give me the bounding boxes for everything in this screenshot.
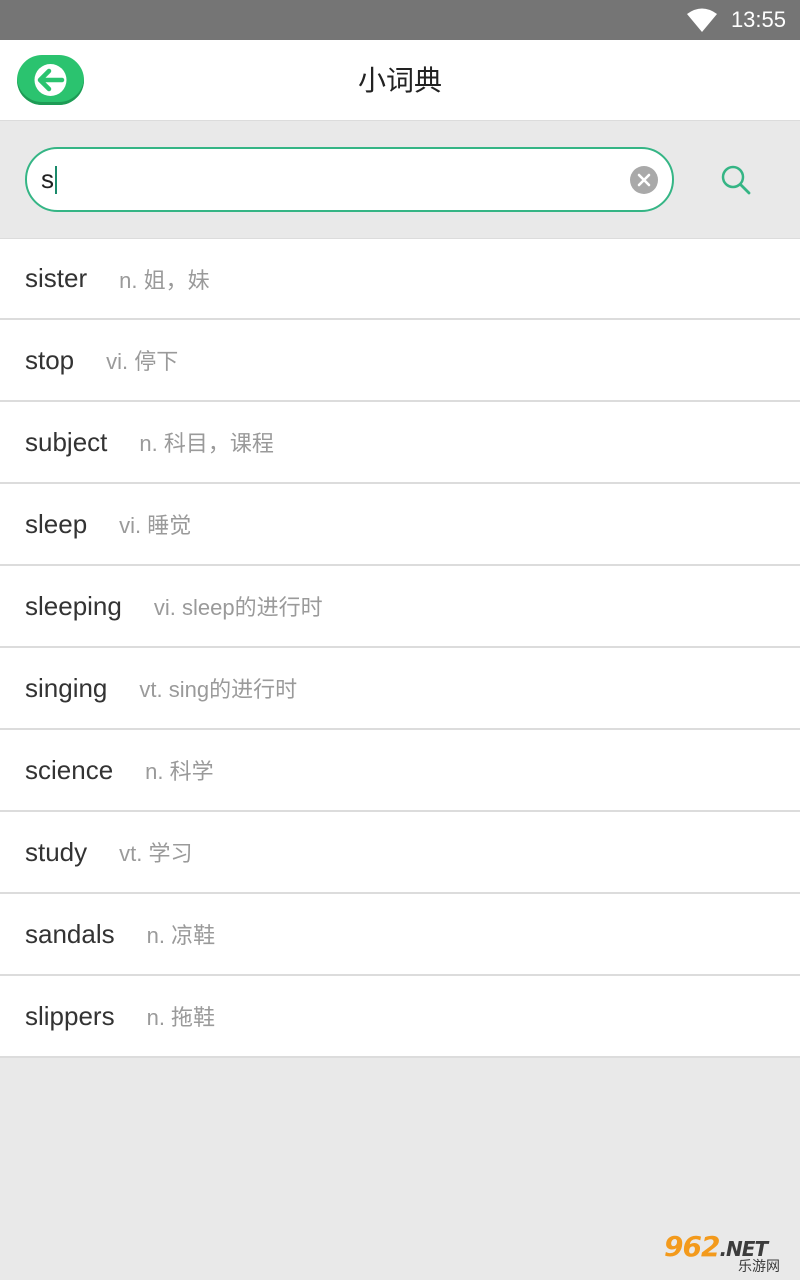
text-caret: [55, 166, 57, 194]
definition: n. 科学: [145, 759, 214, 784]
word: sandals: [25, 918, 115, 949]
definition: n. 拖鞋: [146, 1005, 216, 1030]
definition: vi. 睡觉: [119, 513, 192, 538]
definition: n. 凉鞋: [146, 923, 216, 948]
word-list: sister n. 姐，妹 stop vi. 停下 subject n. 科目，…: [0, 238, 800, 1058]
search-area: [0, 121, 800, 238]
word: science: [25, 754, 114, 785]
search-input[interactable]: [41, 149, 621, 210]
status-time: 13:55: [730, 7, 786, 32]
list-item[interactable]: sandals n. 凉鞋: [0, 894, 800, 976]
list-item[interactable]: singing vt. sing的进行时: [0, 648, 800, 730]
watermark-logo: 962.NET 乐游网: [658, 1230, 794, 1275]
word: sleeping: [25, 590, 122, 621]
list-item[interactable]: study vt. 学习: [0, 812, 800, 894]
definition: vi. 停下: [106, 349, 179, 374]
list-item[interactable]: sister n. 姐，妹: [0, 238, 800, 320]
definition: vi. sleep的进行时: [153, 595, 323, 620]
status-bar: 13:55: [0, 0, 800, 40]
word: slippers: [25, 1000, 115, 1031]
watermark-subtitle: 乐游网: [738, 1259, 780, 1275]
definition: n. 姐，妹: [119, 267, 210, 293]
clear-button[interactable]: [630, 166, 658, 194]
wifi-icon: [687, 8, 717, 32]
definition: vt. 学习: [119, 841, 193, 866]
word: study: [25, 836, 88, 867]
word: subject: [25, 426, 108, 457]
list-item[interactable]: stop vi. 停下: [0, 320, 800, 402]
list-item[interactable]: slippers n. 拖鞋: [0, 976, 800, 1058]
word: singing: [25, 672, 108, 703]
list-item[interactable]: sleep vi. 睡觉: [0, 484, 800, 566]
arrow-left-icon: [34, 64, 67, 96]
back-button[interactable]: [17, 55, 84, 105]
word: sister: [25, 263, 88, 293]
definition: vt. sing的进行时: [139, 677, 298, 702]
list-item[interactable]: science n. 科学: [0, 730, 800, 812]
list-item[interactable]: subject n. 科目，课程: [0, 402, 800, 484]
word: sleep: [25, 508, 88, 539]
search-box[interactable]: [25, 147, 674, 212]
list-item[interactable]: sleeping vi. sleep的进行时: [0, 566, 800, 648]
word: stop: [25, 344, 75, 375]
definition: n. 科目，课程: [139, 431, 274, 456]
page-title: 小词典: [357, 64, 442, 97]
clear-icon: [637, 173, 651, 187]
search-icon[interactable]: [716, 161, 758, 201]
app-header: 小词典: [0, 40, 800, 121]
